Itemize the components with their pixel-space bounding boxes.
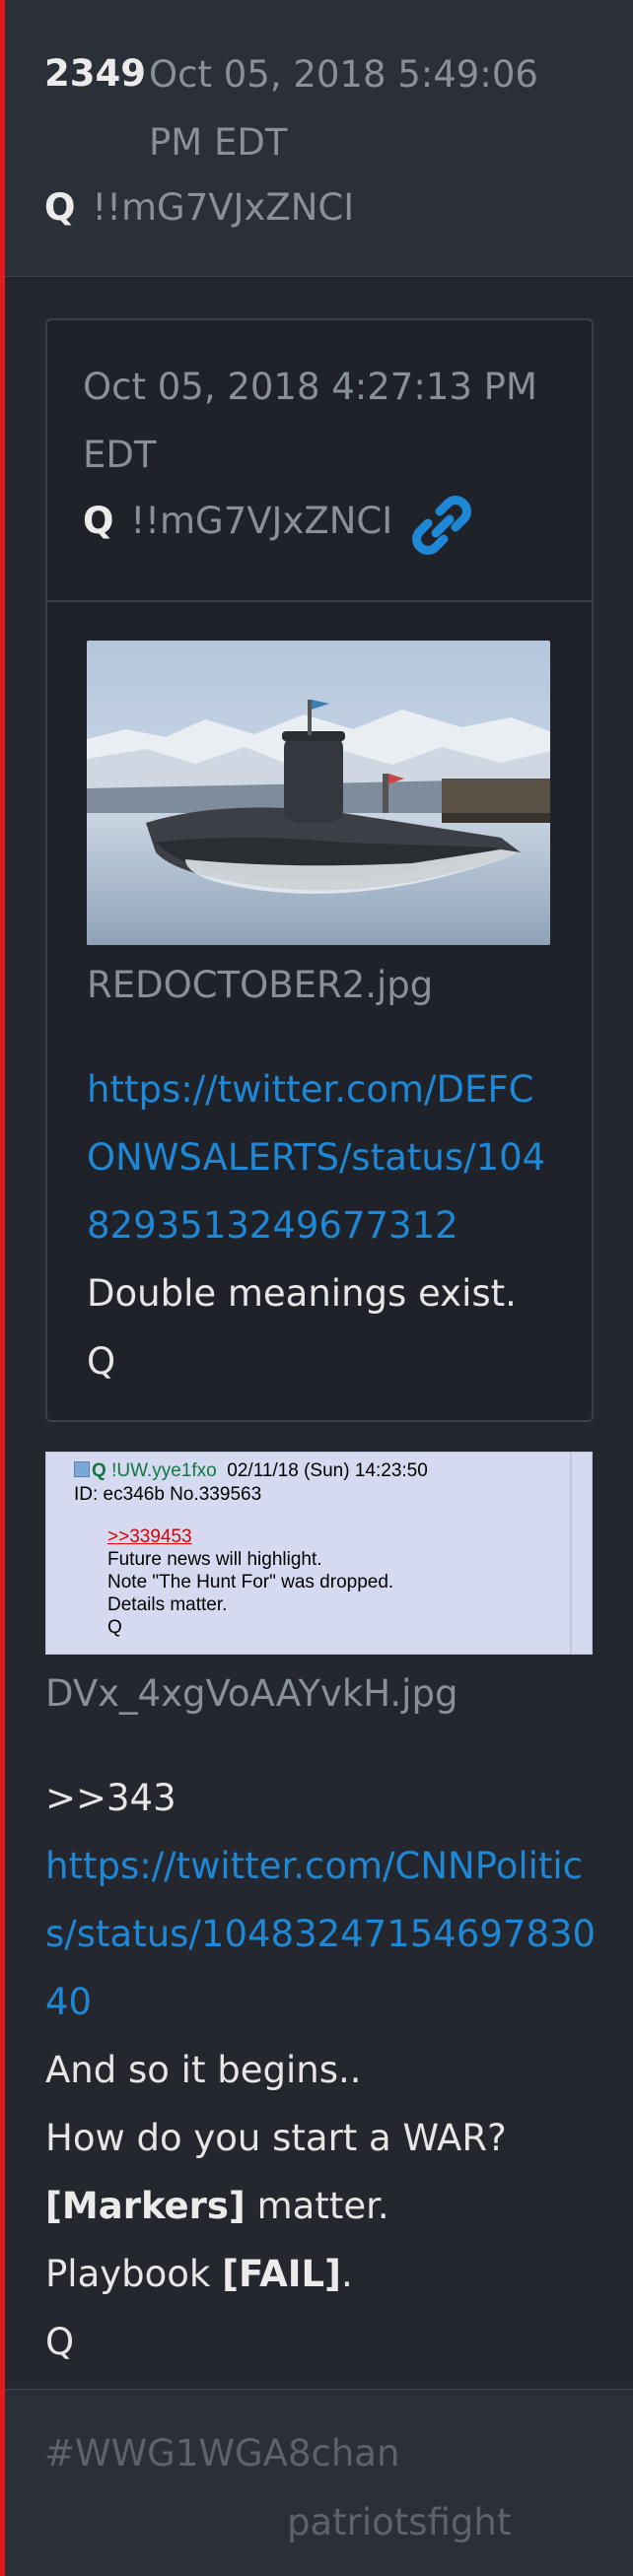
- tag-patriotsfight[interactable]: patriotsfight: [287, 2500, 511, 2545]
- line-begins: And so it begins..: [45, 2049, 362, 2091]
- quoted-post-text: https://twitter.com/DEFCONWSALERTS/statu…: [87, 1055, 560, 1395]
- playbook-pre: Playbook: [45, 2253, 223, 2295]
- line-playbook: Playbook [FAIL].: [45, 2240, 598, 2308]
- post-date: Oct 05, 2018 5:49:06 PM EDT: [149, 53, 538, 164]
- markers-bold: [Markers]: [45, 2185, 246, 2227]
- line-war: How do you start a WAR?: [45, 2117, 507, 2159]
- quoted-post: Oct 05, 2018 4:27:13 PM EDT Q !!mG7VJxZN…: [45, 318, 594, 1422]
- quoted-twitter-link[interactable]: https://twitter.com/DEFCONWSALERTS/statu…: [87, 1055, 560, 1259]
- quoted-line-meanings: Double meanings exist.: [87, 1272, 517, 1315]
- hashtag-wwg1wga[interactable]: #WWG1WGA8chan: [44, 2431, 399, 2476]
- screenshot-line: Future news will highlight.: [107, 1549, 322, 1570]
- post-number: 2349: [44, 52, 146, 95]
- reply-reference[interactable]: >>343: [45, 1764, 598, 1832]
- screenshot-author: Q: [92, 1460, 106, 1481]
- screenshot-date: 02/11/18 (Sun) 14:23:50: [227, 1460, 428, 1481]
- quoted-author-name: Q: [83, 500, 114, 542]
- screenshot-line: Details matter.: [107, 1594, 228, 1615]
- link-icon[interactable]: [406, 490, 477, 561]
- author-tripcode: !!mG7VJxZNCI: [81, 186, 355, 229]
- screenshot-post-box: Q !UW.yye1fxo 02/11/18 (Sun) 14:23:50 ID…: [70, 1453, 572, 1654]
- screenshot-post-header: Q !UW.yye1fxo 02/11/18 (Sun) 14:23:50: [74, 1460, 428, 1482]
- quoted-post-date: Oct 05, 2018 4:27:13 PM EDT: [83, 366, 537, 476]
- submarine-image[interactable]: [87, 641, 550, 945]
- screenshot-line: Q: [107, 1617, 122, 1638]
- image-filename[interactable]: REDOCTOBER2.jpg: [87, 963, 433, 1008]
- quoted-post-header: Oct 05, 2018 4:27:13 PM EDT Q !!mG7VJxZN…: [47, 320, 592, 602]
- quoted-line-signature: Q: [87, 1340, 116, 1383]
- main-signature: Q: [45, 2321, 75, 2363]
- screenshot-filename[interactable]: DVx_4xgVoAAYvkH.jpg: [45, 1671, 457, 1717]
- author-name: Q: [44, 186, 76, 229]
- playbook-bold: [FAIL]: [222, 2253, 341, 2295]
- flag-icon: [74, 1461, 90, 1477]
- quoted-author-signature: Q !!mG7VJxZNCI: [83, 499, 392, 551]
- main-post-text: >>343 https://twitter.com/CNNPolitics/st…: [45, 1764, 598, 2376]
- submarine-photo: [87, 641, 550, 945]
- screenshot-line: Note "The Hunt For" was dropped.: [107, 1572, 394, 1593]
- screenshot-body: >>339453 Future news will highlight. Not…: [107, 1525, 393, 1639]
- post-footer: #WWG1WGA8chan patriotsfight: [5, 2389, 633, 2576]
- markers-rest: matter.: [245, 2185, 389, 2227]
- tripcode-text: !!mG7VJxZNCI: [92, 186, 355, 229]
- q-post-page: 2349 Oct 05, 2018 5:49:06 PM EDT Q !!mG7…: [0, 0, 633, 2576]
- line-markers: [Markers] matter.: [45, 2172, 598, 2240]
- playbook-post: .: [340, 2253, 353, 2295]
- post-header: 2349 Oct 05, 2018 5:49:06 PM EDT Q !!mG7…: [5, 0, 633, 277]
- screenshot-tripcode: !UW.yye1fxo: [111, 1460, 217, 1481]
- screenshot-reply-link: >>339453: [107, 1526, 192, 1547]
- quoted-author-tripcode: !!mG7VJxZNCI: [119, 500, 393, 542]
- screenshot-id-line: ID: ec346b No.339563: [74, 1484, 262, 1505]
- author-signature: Q !!mG7VJxZNCI: [44, 185, 354, 237]
- quoted-tripcode-text: !!mG7VJxZNCI: [130, 500, 393, 542]
- cnn-twitter-link[interactable]: https://twitter.com/CNNPolitics/status/1…: [45, 1832, 598, 2036]
- screenshot-image[interactable]: Q !UW.yye1fxo 02/11/18 (Sun) 14:23:50 ID…: [45, 1452, 593, 1655]
